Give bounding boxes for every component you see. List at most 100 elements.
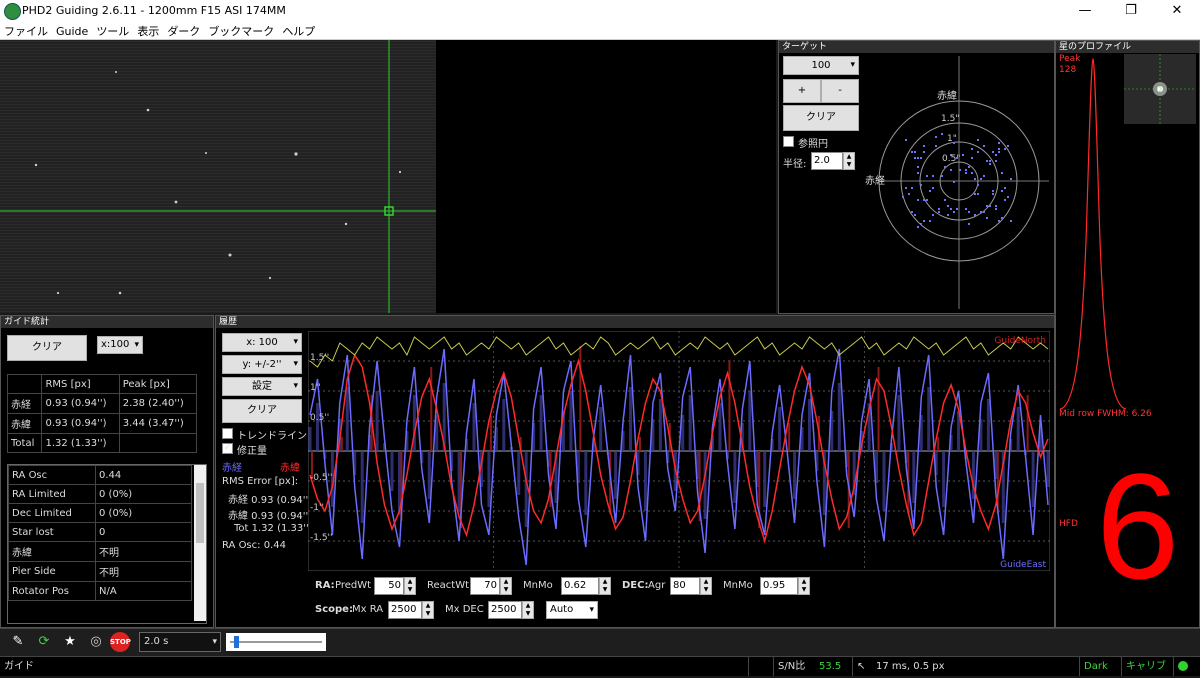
table-row: Star lost 0 [8, 522, 192, 542]
stop-icon[interactable]: STOP [110, 632, 131, 652]
minimize-button[interactable]: — [1062, 1, 1108, 21]
target-point [992, 190, 994, 192]
target-point [926, 199, 928, 201]
predwt-input[interactable]: 50 [374, 577, 404, 595]
dec-params-label: DEC: [622, 580, 649, 591]
info-key: RA Osc [8, 465, 96, 485]
info-key: Star lost [8, 522, 96, 542]
predwt-spinner[interactable]: ▲ ▼ [404, 577, 416, 595]
target-point [992, 193, 994, 195]
ra-correction-bar [1016, 407, 1020, 451]
auto-select-star-icon[interactable]: ★ [60, 632, 80, 652]
target-point [992, 151, 994, 153]
target-point [914, 214, 916, 216]
ra-correction-bar [643, 451, 647, 511]
guide-target-icon[interactable]: ◎ [86, 632, 106, 652]
mnmo-ra-spinner[interactable]: ▲ ▼ [599, 577, 611, 595]
target-point [911, 151, 913, 153]
target-point [917, 172, 919, 174]
target-ring-label-0-5: 0.5" [942, 154, 960, 164]
history-y-scale-dropdown[interactable]: y: +/-2'' [222, 355, 302, 374]
exposure-dropdown[interactable]: 2.0 s [139, 632, 221, 652]
target-point [968, 166, 970, 168]
history-clear-button[interactable]: クリア [222, 399, 302, 423]
target-point [932, 214, 934, 216]
mxra-input[interactable]: 2500 [388, 601, 422, 619]
stats-cell: 0.93 (0.94'') [41, 413, 120, 434]
gamma-slider[interactable] [226, 633, 326, 651]
target-point [1004, 187, 1006, 189]
menu-bookmarks[interactable]: ブックマーク [204, 22, 278, 39]
trendline-checkbox[interactable] [222, 428, 233, 439]
target-point [902, 196, 904, 198]
menu-tools[interactable]: ツール [92, 22, 133, 39]
stats-clear-button[interactable]: クリア [7, 335, 87, 361]
target-point [926, 175, 928, 177]
close-button[interactable]: ✕ [1154, 1, 1200, 21]
mnmo-dec-input[interactable]: 0.95 [760, 577, 798, 595]
target-point [965, 208, 967, 210]
history-chart[interactable]: 1.5'' 1'' 0.5'' -0.5'' -1'' -1.5'' GuideNorth… [308, 331, 1050, 571]
corrections-checkbox[interactable]: ✓ [222, 443, 233, 454]
target-point [953, 211, 955, 213]
target-point [959, 169, 961, 171]
reactwt-spinner[interactable]: ▲ ▼ [500, 577, 512, 595]
info-value: 0 [95, 522, 192, 542]
mnmo-ra-input[interactable]: 0.62 [561, 577, 599, 595]
gamma-slider-thumb[interactable] [234, 636, 239, 648]
target-point [935, 136, 937, 138]
ra-correction-bar [658, 399, 662, 451]
menu-help[interactable]: ヘルプ [278, 22, 319, 39]
loop-icon[interactable]: ⟳ [34, 632, 54, 652]
target-point [911, 211, 913, 213]
stats-scale-dropdown[interactable]: x:100 [97, 336, 143, 354]
target-point [977, 193, 979, 195]
camera-view[interactable] [0, 40, 776, 313]
info-value: 0 (0%) [95, 503, 192, 523]
target-point [1007, 145, 1009, 147]
stats-info-list[interactable]: RA Osc 0.44 RA Limited 0 (0%) Dec Limited 0… [7, 464, 207, 624]
info-key: Pier Side [8, 561, 96, 582]
ra-correction-bar [882, 451, 886, 511]
menu-view[interactable]: 表示 [133, 22, 163, 39]
menu-file[interactable]: ファイル [0, 22, 52, 39]
ra-correction-bar [733, 451, 737, 503]
camera-frame[interactable] [0, 40, 776, 313]
connect-gear-icon[interactable]: ✎ [8, 632, 28, 652]
dec-correction-bar [579, 346, 582, 451]
target-point [923, 151, 925, 153]
ra-correction-bar [1046, 451, 1050, 487]
ra-correction-bar [315, 403, 319, 451]
snr-value: 53.5 [819, 661, 842, 672]
dec-correction-bar [340, 437, 343, 451]
info-vertical-scrollbar[interactable] [194, 465, 206, 621]
maximize-button[interactable]: ❐ [1108, 1, 1154, 21]
info-scroll-thumb[interactable] [196, 483, 204, 543]
mxdec-input[interactable]: 2500 [488, 601, 522, 619]
target-point [905, 139, 907, 141]
menu-guide[interactable]: Guide [52, 24, 92, 38]
info-value: 0.44 [95, 465, 192, 485]
dec-correction-bar [430, 367, 433, 451]
mxra-spinner[interactable]: ▲ ▼ [422, 601, 434, 619]
agr-input[interactable]: 80 [670, 577, 700, 595]
info-key: 赤緯 [8, 541, 96, 562]
target-point [914, 151, 916, 153]
reactwt-input[interactable]: 70 [470, 577, 500, 595]
agr-spinner[interactable]: ▲ ▼ [700, 577, 712, 595]
history-x-scale-dropdown[interactable]: x: 100 [222, 333, 302, 352]
target-point [962, 154, 964, 156]
info-key: Rotator Pos [8, 581, 96, 601]
target-point [974, 178, 976, 180]
mnmo-dec-spinner[interactable]: ▲ ▼ [798, 577, 810, 595]
target-point [986, 205, 988, 207]
connection-status [1173, 657, 1200, 676]
menu-dark[interactable]: ダーク [163, 22, 204, 39]
target-point [995, 208, 997, 210]
target-point [974, 193, 976, 195]
target-point [986, 217, 988, 219]
target-point [932, 187, 934, 189]
history-settings-dropdown[interactable]: 設定 [222, 377, 302, 396]
mxdec-spinner[interactable]: ▲ ▼ [522, 601, 534, 619]
dec-mode-dropdown[interactable]: Auto [546, 601, 598, 619]
